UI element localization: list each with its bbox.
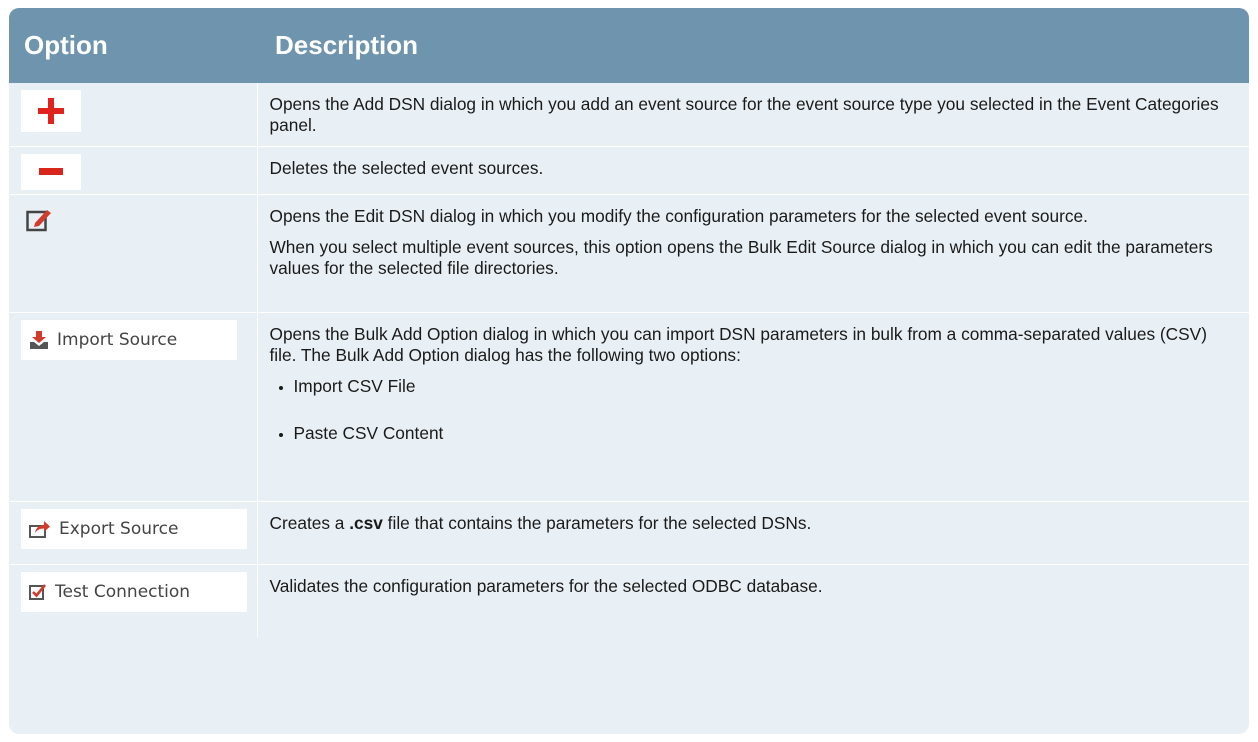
options-list: Import CSV File Paste CSV Content	[270, 376, 1230, 444]
test-connection-label: Test Connection	[55, 581, 191, 602]
export-source-button[interactable]: Export Source	[21, 509, 247, 549]
import-icon	[30, 331, 48, 349]
description-text-2: When you select multiple event sources, …	[269, 237, 1213, 278]
plus-icon	[38, 98, 64, 124]
description-text: Validates the configuration parameters f…	[269, 576, 823, 596]
header-description: Description	[257, 8, 1249, 83]
edit-icon	[26, 210, 51, 232]
description-cell: Opens the Bulk Add Option dialog in whic…	[257, 312, 1249, 502]
table-row: Import Source Opens the Bulk Add Option …	[9, 312, 1249, 502]
table-row: Test Connection Validates the configurat…	[9, 564, 1249, 637]
table-row: Opens the Add DSN dialog in which you ad…	[9, 83, 1249, 147]
option-cell	[9, 146, 258, 195]
description-text: Opens the Edit DSN dialog in which you m…	[269, 206, 1088, 226]
option-cell: Export Source	[9, 501, 258, 565]
table-header-row: Option Description	[9, 8, 1249, 83]
option-cell: Test Connection	[9, 564, 258, 637]
option-cell	[9, 83, 258, 147]
delete-button[interactable]	[21, 154, 81, 190]
table-row: Opens the Edit DSN dialog in which you m…	[9, 194, 1249, 313]
description-cell: Opens the Edit DSN dialog in which you m…	[257, 194, 1249, 313]
description-text: Opens the Bulk Add Option dialog in whic…	[269, 324, 1207, 365]
option-cell	[9, 194, 258, 313]
description-bold: .csv	[349, 513, 383, 533]
export-source-label: Export Source	[59, 518, 179, 539]
minus-icon	[39, 168, 63, 175]
checkbox-icon	[29, 584, 47, 600]
description-text: Creates a .csv file that contains the pa…	[270, 513, 1230, 534]
description-post: file that contains the parameters for th…	[382, 513, 812, 533]
header-option: Option	[9, 8, 257, 83]
option-cell: Import Source	[9, 312, 258, 502]
add-button[interactable]	[21, 90, 81, 132]
import-source-label: Import Source	[57, 329, 178, 350]
test-connection-button[interactable]: Test Connection	[21, 572, 247, 612]
table-row: Deletes the selected event sources.	[9, 146, 1249, 195]
list-item: Import CSV File	[294, 376, 1230, 397]
description-cell: Opens the Add DSN dialog in which you ad…	[257, 83, 1249, 147]
options-table: Option Description Opens the Add DSN dia…	[9, 8, 1249, 734]
description-text: Deletes the selected event sources.	[269, 158, 544, 178]
edit-button[interactable]	[21, 202, 57, 238]
description-cell: Validates the configuration parameters f…	[257, 564, 1249, 637]
description-text: Opens the Add DSN dialog in which you ad…	[269, 94, 1219, 135]
description-cell: Creates a .csv file that contains the pa…	[257, 501, 1249, 565]
list-item: Paste CSV Content	[294, 423, 1230, 444]
description-pre: Creates a	[269, 513, 350, 533]
import-source-button[interactable]: Import Source	[21, 320, 237, 360]
table-row: Export Source Creates a .csv file that c…	[9, 501, 1249, 565]
export-icon	[29, 521, 50, 538]
description-cell: Deletes the selected event sources.	[257, 146, 1249, 195]
